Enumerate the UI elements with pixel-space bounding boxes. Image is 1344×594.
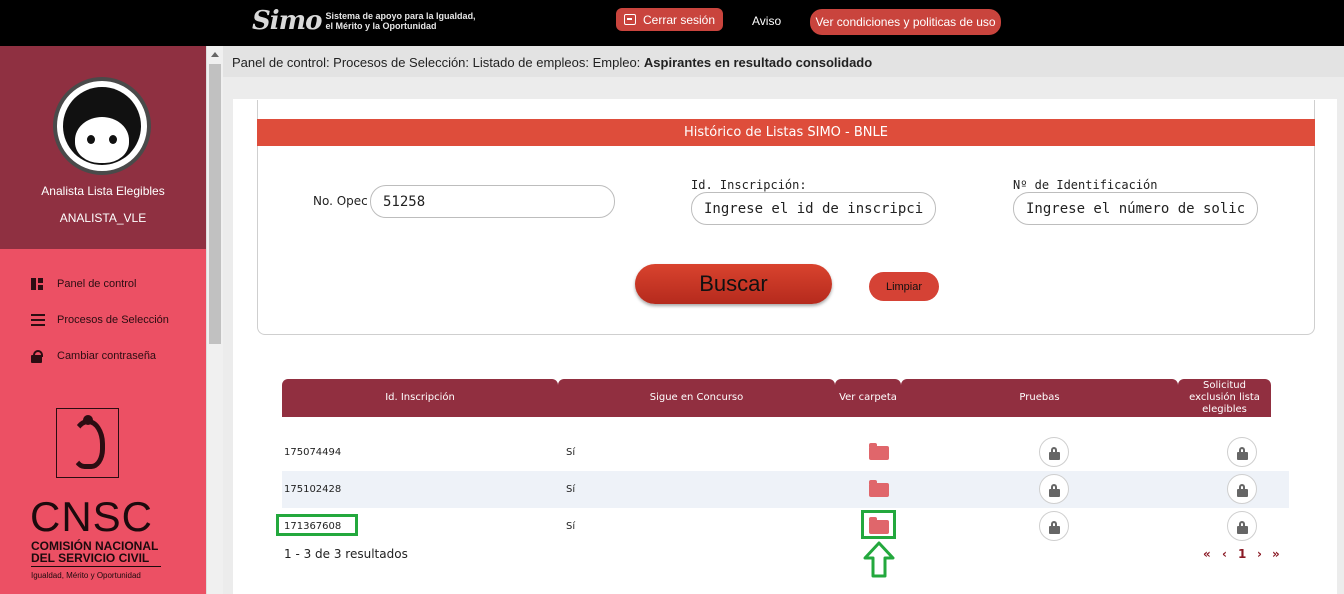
sidebar-item-label: Cambiar contraseña (57, 350, 157, 362)
table-row: 175102428 Sí (282, 471, 1289, 508)
column-header-pruebas: Pruebas (901, 379, 1178, 417)
tests-lock-button[interactable] (1039, 437, 1069, 467)
org-motto: Igualdad, Mérito y Oportunidad (31, 571, 141, 580)
column-header-sigue-en-concurso: Sigue en Concurso (558, 379, 835, 417)
cell-status: Sí (566, 521, 576, 532)
lock-icon (31, 350, 45, 363)
profile-role: Analista Lista Elegibles (41, 184, 165, 198)
inscription-input[interactable] (691, 192, 936, 225)
column-header-ver-carpeta: Ver carpeta (835, 379, 901, 417)
column-header-solicitud-exclusion: Solicitud exclusión lista elegibles (1178, 379, 1271, 417)
breadcrumb: Panel de control: Procesos de Selección:… (223, 46, 1344, 77)
pager-page-1[interactable]: 1 (1238, 547, 1246, 561)
top-bar: Simo Sistema de apoyo para la Igualdad, … (0, 0, 1344, 46)
cnsc-emblem-icon (56, 408, 119, 478)
cell-status: Sí (566, 447, 576, 458)
avatar (53, 77, 151, 175)
logo-line-2: el Mérito y la Oportunidad (325, 21, 437, 31)
identification-input[interactable] (1013, 192, 1258, 225)
inscription-label: Id. Inscripción: (691, 178, 807, 192)
identification-label: Nº de Identificación (1013, 178, 1158, 192)
breadcrumb-current: Aspirantes en resultado consolidado (643, 55, 873, 70)
conditions-button[interactable]: Ver condiciones y politicas de uso (810, 9, 1001, 35)
highlight-folder (861, 510, 896, 539)
avatar-eye-icon (87, 135, 95, 144)
pager-prev-button[interactable]: ‹ (1222, 547, 1227, 561)
sidebar-item-cambiar-contrasena[interactable]: Cambiar contraseña (31, 348, 156, 364)
search-button[interactable]: Buscar (635, 264, 832, 304)
logo-mark: Simo (252, 6, 323, 36)
pager-next-button[interactable]: › (1257, 547, 1262, 561)
logout-label: Cerrar sesión (642, 12, 716, 27)
opec-label: No. Opec (313, 194, 368, 208)
folder-icon[interactable] (869, 480, 889, 497)
folder-icon[interactable] (869, 443, 889, 460)
exclusion-lock-button[interactable] (1227, 437, 1257, 467)
logo-text: Sistema de apoyo para la Igualdad, el Mé… (326, 11, 476, 31)
opec-input[interactable] (370, 185, 615, 218)
table-row: 175074494 Sí (282, 434, 1289, 471)
pager-last-button[interactable]: » (1272, 547, 1280, 561)
avatar-eye-icon (109, 135, 117, 144)
logout-button[interactable]: Cerrar sesión (616, 8, 723, 31)
org-name: COMISIÓN NACIONAL DEL SERVICIO CIVIL (31, 540, 161, 567)
page-scrollbar[interactable] (206, 46, 223, 594)
breadcrumb-path[interactable]: Panel de control: Procesos de Selección:… (232, 55, 644, 70)
logo-line-1: Sistema de apoyo para la Igualdad, (325, 11, 476, 21)
profile-panel: Analista Lista Elegibles ANALISTA_VLE (0, 46, 206, 249)
sidebar-item-procesos-de-seleccion[interactable]: Procesos de Selección (31, 312, 169, 328)
result-count: 1 - 3 de 3 resultados (284, 547, 408, 561)
org-name-line-2: DEL SERVICIO CIVIL (31, 551, 150, 565)
clear-button[interactable]: Limpiar (869, 272, 939, 301)
cell-id: 175102428 (284, 484, 342, 495)
sidebar-item-label: Procesos de Selección (57, 314, 169, 326)
scroll-up-icon[interactable] (211, 52, 219, 57)
column-header-id-inscripcion: Id. Inscripción (282, 379, 558, 417)
sidebar-item-panel-de-control[interactable]: Panel de control (31, 276, 137, 292)
tests-lock-button[interactable] (1039, 474, 1069, 504)
dashboard-icon (31, 278, 45, 290)
cell-id: 175074494 (284, 447, 342, 458)
tests-lock-button[interactable] (1039, 511, 1069, 541)
filter-header: Histórico de Listas SIMO - BNLE (257, 119, 1315, 146)
table-row: 171367608 Sí (282, 508, 1289, 545)
sidebar: Analista Lista Elegibles ANALISTA_VLE Pa… (0, 46, 206, 594)
cell-status: Sí (566, 484, 576, 495)
exclusion-lock-button[interactable] (1227, 511, 1257, 541)
scroll-thumb[interactable] (209, 64, 221, 344)
aviso-link[interactable]: Aviso (752, 14, 781, 28)
exclusion-lock-button[interactable] (1227, 474, 1257, 504)
logout-icon (623, 14, 636, 25)
simo-logo[interactable]: Simo Sistema de apoyo para la Igualdad, … (252, 3, 476, 39)
pager-first-button[interactable]: « (1203, 547, 1211, 561)
org-title: CNSC (30, 493, 154, 540)
up-arrow-icon (863, 541, 895, 578)
highlight-inscription-id (276, 514, 358, 536)
sidebar-item-label: Panel de control (57, 278, 137, 290)
profile-username: ANALISTA_VLE (59, 211, 147, 225)
list-icon (31, 314, 45, 326)
